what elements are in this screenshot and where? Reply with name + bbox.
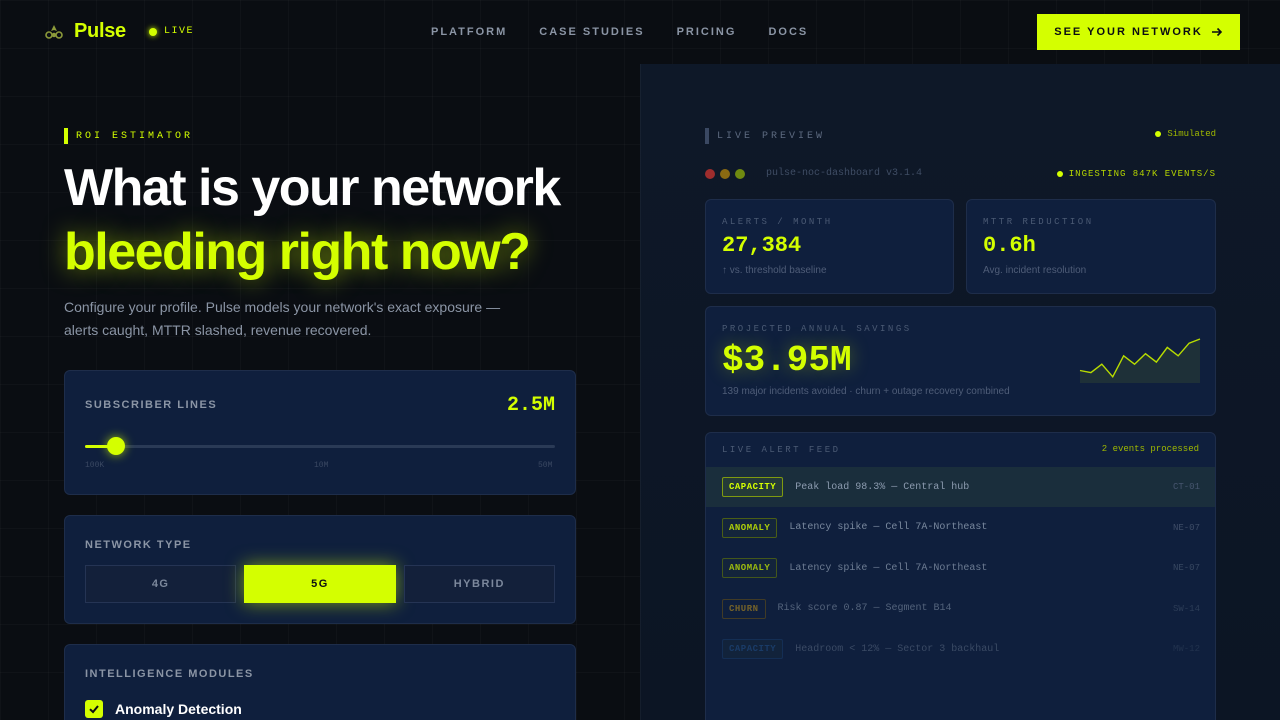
brand-logo[interactable]: Pulse bbox=[44, 20, 126, 43]
feed-code: SW-14 bbox=[1172, 603, 1200, 614]
feed-row[interactable]: CHURN Risk score 0.87 — Segment B14 SW-14 bbox=[706, 589, 1215, 629]
preview-eyebrow-bar bbox=[705, 128, 709, 144]
savings-sub: 139 major incidents avoided · churn + ou… bbox=[722, 386, 1010, 397]
window-maximize-dot bbox=[735, 168, 745, 179]
feed-code: NE-07 bbox=[1172, 563, 1200, 573]
network-type-selector: 4G 5G HYBRID bbox=[85, 565, 555, 603]
cta-label: SEE YOUR NETWORK bbox=[1054, 26, 1203, 38]
alerts-per-month-panel: ALERTS / MONTH 27,384 ↑ vs. threshold ba… bbox=[705, 199, 954, 294]
ingesting-label: INGESTING 847K EVENTS/S bbox=[1068, 169, 1216, 179]
feed-processed: 2 events processed bbox=[1101, 444, 1199, 454]
slider-tick-min: 100K bbox=[85, 461, 105, 470]
network-type-label: NETWORK TYPE bbox=[85, 539, 192, 551]
feed-code: NE-07 bbox=[1172, 522, 1200, 533]
preview-eyebrow-text: LIVE PREVIEW bbox=[717, 130, 826, 142]
nav-link-case-studies[interactable]: CASE STUDIES bbox=[539, 26, 644, 38]
feed-tag-churn: CHURN bbox=[722, 598, 766, 619]
subscriber-lines-card: SUBSCRIBER LINES 2.5M 100K 10M 50M bbox=[64, 370, 576, 495]
eyebrow-text: ROI ESTIMATOR bbox=[76, 130, 194, 142]
feed-message: Headroom < 12% — Sector 3 backhaul bbox=[795, 643, 1000, 655]
subscriber-lines-value: 2.5M bbox=[506, 394, 555, 417]
subscriber-slider-thumb[interactable] bbox=[106, 437, 125, 455]
feed-code: CT-01 bbox=[1172, 482, 1200, 492]
nav-link-docs[interactable]: DOCS bbox=[768, 26, 808, 38]
eyebrow-bar bbox=[64, 128, 68, 144]
check-icon bbox=[89, 705, 99, 714]
window-minimize-dot bbox=[720, 168, 730, 179]
alerts-sub: ↑ vs. threshold baseline bbox=[722, 265, 827, 276]
top-nav: Pulse LIVE PLATFORM CASE STUDIES PRICING… bbox=[0, 0, 1280, 64]
intelligence-modules-card: INTELLIGENCE MODULES Anomaly Detection bbox=[64, 644, 576, 720]
feed-tag-anomaly: ANOMALY bbox=[722, 517, 778, 538]
feed-message: Latency spike — Cell 7A-Northeast bbox=[789, 562, 988, 574]
nav-link-platform[interactable]: PLATFORM bbox=[431, 26, 507, 38]
ingesting-dot-icon bbox=[1056, 171, 1063, 177]
brand-name: Pulse bbox=[74, 20, 126, 42]
mttr-label: MTTR REDUCTION bbox=[983, 217, 1094, 227]
feed-row[interactable]: ANOMALY Latency spike — Cell 7A-Northeast… bbox=[706, 548, 1215, 588]
arrow-right-icon bbox=[1211, 27, 1222, 37]
network-type-4g-button[interactable]: 4G bbox=[85, 565, 237, 603]
sparkline-area bbox=[1080, 339, 1200, 383]
ingesting-status: INGESTING 847K EVENTS/S bbox=[1056, 169, 1216, 179]
network-type-hybrid-button[interactable]: HYBRID bbox=[403, 565, 555, 603]
anomaly-detection-checkbox[interactable] bbox=[85, 700, 103, 718]
roi-eyebrow: ROI ESTIMATOR bbox=[64, 128, 193, 144]
savings-label: PROJECTED ANNUAL SAVINGS bbox=[722, 324, 912, 334]
nav-link-pricing[interactable]: PRICING bbox=[677, 26, 737, 38]
feed-tag-capacity: CAPACITY bbox=[722, 639, 784, 659]
see-your-network-button[interactable]: SEE YOUR NETWORK bbox=[1037, 14, 1240, 50]
simulated-label: Simulated bbox=[1167, 129, 1216, 139]
slider-tick-mid: 10M bbox=[314, 461, 329, 470]
network-type-5g-button[interactable]: 5G bbox=[244, 565, 396, 603]
feed-row[interactable]: ANOMALY Latency spike — Cell 7A-Northeast… bbox=[706, 508, 1215, 548]
feed-row[interactable]: CAPACITY Headroom < 12% — Sector 3 backha… bbox=[706, 629, 1215, 669]
feed-message: Peak load 98.3% — Central hub bbox=[795, 481, 970, 493]
feed-row[interactable]: CAPACITY Peak load 98.3% — Central hub CT-… bbox=[706, 467, 1215, 507]
nav-links: PLATFORM CASE STUDIES PRICING DOCS bbox=[431, 26, 808, 38]
subscriber-slider-track[interactable] bbox=[85, 437, 555, 455]
subscriber-lines-label: SUBSCRIBER LINES bbox=[85, 399, 218, 411]
savings-sparkline bbox=[1079, 338, 1201, 383]
simulated-badge: Simulated bbox=[1155, 129, 1216, 139]
pulse-logo-icon bbox=[44, 22, 64, 42]
mttr-reduction-panel: MTTR REDUCTION 0.6h Avg. incident resolu… bbox=[966, 199, 1216, 294]
live-dot-icon bbox=[149, 27, 157, 36]
alerts-label: ALERTS / MONTH bbox=[722, 217, 833, 227]
window-title: pulse-noc-dashboard v3.1.4 bbox=[766, 168, 923, 179]
hero-title-line1: What is your network bbox=[64, 159, 561, 217]
projected-savings-panel: PROJECTED ANNUAL SAVINGS $3.95M 139 majo… bbox=[705, 306, 1216, 416]
savings-value: $3.95M bbox=[722, 340, 852, 381]
module-anomaly-detection[interactable]: Anomaly Detection bbox=[85, 700, 242, 718]
feed-tag-capacity: CAPACITY bbox=[722, 477, 784, 497]
feed-tag-anomaly: ANOMALY bbox=[722, 558, 778, 578]
feed-message: Risk score 0.87 — Segment B14 bbox=[777, 603, 952, 614]
feed-code: MW-12 bbox=[1172, 644, 1200, 654]
live-alert-feed-panel: LIVE ALERT FEED 2 events processed CAPAC… bbox=[705, 432, 1216, 720]
mttr-value: 0.6h bbox=[983, 233, 1036, 258]
module-label: Anomaly Detection bbox=[115, 701, 242, 717]
live-preview-eyebrow: LIVE PREVIEW bbox=[705, 128, 825, 144]
hero-title-line2: bleeding right now? bbox=[64, 223, 531, 281]
window-titlebar: pulse-noc-dashboard v3.1.4 bbox=[705, 168, 922, 179]
feed-message: Latency spike — Cell 7A-Northeast bbox=[789, 522, 988, 533]
live-label: LIVE bbox=[164, 26, 195, 37]
intelligence-modules-label: INTELLIGENCE MODULES bbox=[85, 668, 254, 680]
hero-subtitle: Configure your profile. Pulse models you… bbox=[64, 299, 501, 338]
live-badge: LIVE bbox=[149, 26, 194, 37]
simulated-dot-icon bbox=[1155, 131, 1162, 137]
window-close-dot bbox=[705, 168, 715, 179]
alerts-value: 27,384 bbox=[722, 233, 802, 258]
mttr-sub: Avg. incident resolution bbox=[983, 265, 1087, 276]
network-type-card: NETWORK TYPE 4G 5G HYBRID bbox=[64, 515, 576, 624]
feed-label: LIVE ALERT FEED bbox=[722, 445, 841, 455]
slider-tick-max: 50M bbox=[538, 461, 553, 470]
